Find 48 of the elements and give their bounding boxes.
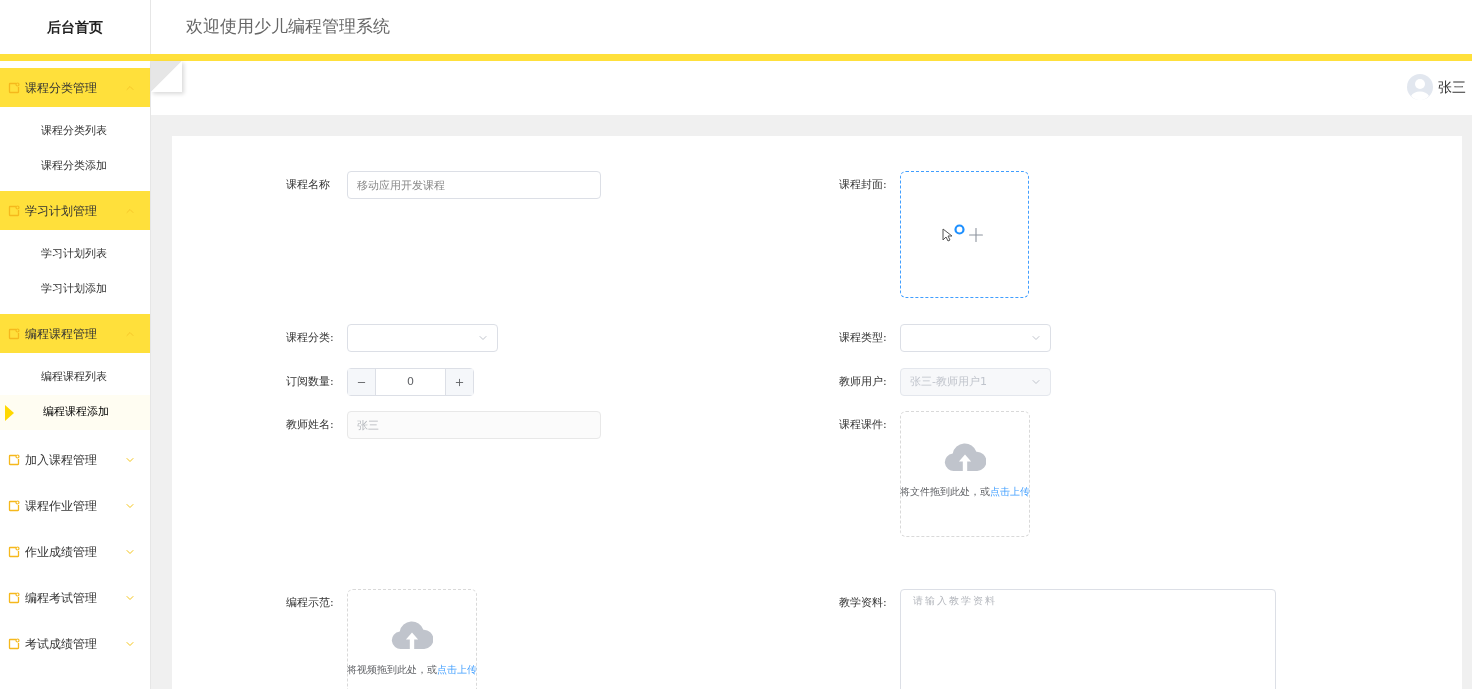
field-label: 编程示范: [286,594,334,611]
cursor-icon [942,227,954,242]
field-label: 课程分类: [286,329,334,346]
upload-hint: 将文件拖到此处，或点击上传 [900,485,1030,499]
menu-group[interactable]: 课程分类管理 [0,68,150,107]
upload-hint: 将视频拖到此处，或点击上传 [347,663,477,677]
field-label: 课程类型: [839,329,887,346]
menu-item[interactable]: 编程课程添加 [0,395,150,430]
select-field[interactable] [900,324,1051,352]
field-label: 课程封面: [839,176,887,193]
field-label: 课程名称 [286,176,330,193]
menu-group[interactable]: 作业成绩管理 [0,529,150,575]
note-icon [8,81,20,94]
select-field[interactable] [347,324,498,352]
menu-group[interactable]: 学习计划管理 [0,191,150,230]
note-icon [8,327,20,340]
decrement-button[interactable] [348,369,376,395]
menu-group[interactable]: 课程作业管理 [0,483,150,529]
note-icon [8,454,20,466]
field-label: 教师姓名: [286,416,334,433]
field-label: 课程课件: [839,416,887,433]
field-label: 教师用户: [839,373,887,390]
system-title: 欢迎使用少儿编程管理系统 [186,15,390,39]
menu-group[interactable]: 编程课程管理 [0,314,150,353]
plus-icon [454,376,465,388]
cloud-upload-icon [391,619,433,651]
image-upload[interactable] [900,171,1029,298]
menu-group[interactable]: 考试成绩管理 [0,621,150,667]
file-upload[interactable]: 将文件拖到此处，或点击上传 [900,411,1030,537]
home-title[interactable]: 后台首页 [47,17,103,37]
field-label: 订阅数量: [286,373,334,390]
text-field[interactable]: 移动应用开发课程 [347,171,601,199]
note-icon [8,204,20,217]
file-upload[interactable]: 将视频拖到此处，或点击上传 [347,589,477,689]
increment-button[interactable] [445,369,473,395]
note-icon [8,500,20,512]
loading-icon [954,224,965,235]
user-name[interactable]: 张三 [1438,77,1466,97]
note-icon [8,592,20,604]
note-icon [8,546,20,558]
textarea-field[interactable]: 请输入教学资料 [900,589,1276,689]
avatar-icon [1407,74,1433,100]
field-label: 教学资料: [839,594,887,611]
menu-group[interactable]: 加入课程管理 [0,437,150,483]
cloud-upload-icon [944,441,986,473]
menu-group[interactable]: 编程考试管理 [0,575,150,621]
number-field[interactable]: 0 [347,368,474,396]
note-icon [8,638,20,650]
